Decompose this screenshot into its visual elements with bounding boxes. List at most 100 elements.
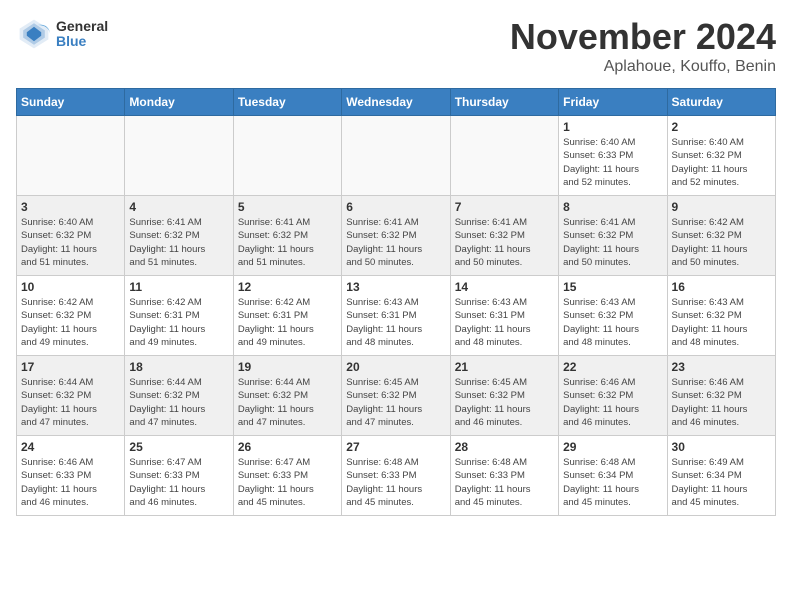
calendar-week-3: 10Sunrise: 6:42 AM Sunset: 6:32 PM Dayli…	[17, 276, 776, 356]
day-info: Sunrise: 6:44 AM Sunset: 6:32 PM Dayligh…	[129, 376, 228, 429]
logo-general: General	[56, 19, 108, 34]
calendar-cell	[450, 116, 558, 196]
day-info: Sunrise: 6:40 AM Sunset: 6:33 PM Dayligh…	[563, 136, 662, 189]
day-info: Sunrise: 6:42 AM Sunset: 6:31 PM Dayligh…	[129, 296, 228, 349]
day-info: Sunrise: 6:42 AM Sunset: 6:32 PM Dayligh…	[672, 216, 771, 269]
calendar-cell: 30 Sunrise: 6:49 AM Sunset: 6:34 PM Dayli…	[667, 436, 775, 516]
day-number: 14	[455, 280, 554, 294]
calendar-cell: 29Sunrise: 6:48 AM Sunset: 6:34 PM Dayli…	[559, 436, 667, 516]
weekday-header-sunday: Sunday	[17, 89, 125, 116]
logo-blue: Blue	[56, 34, 108, 49]
day-number: 2	[672, 120, 771, 134]
day-number: 27	[346, 440, 445, 454]
day-number: 8	[563, 200, 662, 214]
day-info: Sunrise: 6:48 AM Sunset: 6:33 PM Dayligh…	[455, 456, 554, 509]
calendar-cell: 21 Sunrise: 6:45 AM Sunset: 6:32 PM Dayli…	[450, 356, 558, 436]
day-info: Sunrise: 6:43 AM Sunset: 6:31 PM Dayligh…	[346, 296, 445, 349]
calendar-cell	[17, 116, 125, 196]
weekday-header-saturday: Saturday	[667, 89, 775, 116]
calendar-cell: 16 Sunrise: 6:43 AM Sunset: 6:32 PM Dayli…	[667, 276, 775, 356]
day-info: Sunrise: 6:41 AM Sunset: 6:32 PM Dayligh…	[455, 216, 554, 269]
day-info: Sunrise: 6:48 AM Sunset: 6:34 PM Dayligh…	[563, 456, 662, 509]
calendar-cell: 8Sunrise: 6:41 AM Sunset: 6:32 PM Daylig…	[559, 196, 667, 276]
day-number: 4	[129, 200, 228, 214]
calendar-cell: 13Sunrise: 6:43 AM Sunset: 6:31 PM Dayli…	[342, 276, 450, 356]
weekday-header-tuesday: Tuesday	[233, 89, 341, 116]
calendar-cell: 18 Sunrise: 6:44 AM Sunset: 6:32 PM Dayli…	[125, 356, 233, 436]
calendar-cell	[342, 116, 450, 196]
calendar-cell: 7 Sunrise: 6:41 AM Sunset: 6:32 PM Daylig…	[450, 196, 558, 276]
calendar-cell: 15 Sunrise: 6:43 AM Sunset: 6:32 PM Dayli…	[559, 276, 667, 356]
day-number: 1	[563, 120, 662, 134]
day-number: 18	[129, 360, 228, 374]
weekday-header-monday: Monday	[125, 89, 233, 116]
calendar-week-4: 17 Sunrise: 6:44 AM Sunset: 6:32 PM Dayli…	[17, 356, 776, 436]
logo-text: General Blue	[56, 19, 108, 50]
day-info: Sunrise: 6:46 AM Sunset: 6:32 PM Dayligh…	[563, 376, 662, 429]
day-info: Sunrise: 6:44 AM Sunset: 6:32 PM Dayligh…	[21, 376, 120, 429]
day-number: 24	[21, 440, 120, 454]
month-title: November 2024	[510, 16, 776, 58]
day-info: Sunrise: 6:42 AM Sunset: 6:31 PM Dayligh…	[238, 296, 337, 349]
day-info: Sunrise: 6:44 AM Sunset: 6:32 PM Dayligh…	[238, 376, 337, 429]
page-header: General Blue November 2024 Aplahoue, Kou…	[16, 16, 776, 76]
calendar-header: SundayMondayTuesdayWednesdayThursdayFrid…	[17, 89, 776, 116]
day-number: 25	[129, 440, 228, 454]
day-number: 28	[455, 440, 554, 454]
day-number: 3	[21, 200, 120, 214]
calendar-cell: 14 Sunrise: 6:43 AM Sunset: 6:31 PM Dayli…	[450, 276, 558, 356]
day-info: Sunrise: 6:47 AM Sunset: 6:33 PM Dayligh…	[129, 456, 228, 509]
day-info: Sunrise: 6:47 AM Sunset: 6:33 PM Dayligh…	[238, 456, 337, 509]
calendar-cell	[125, 116, 233, 196]
day-info: Sunrise: 6:40 AM Sunset: 6:32 PM Dayligh…	[21, 216, 120, 269]
calendar-cell: 1 Sunrise: 6:40 AM Sunset: 6:33 PM Daylig…	[559, 116, 667, 196]
day-number: 19	[238, 360, 337, 374]
day-info: Sunrise: 6:41 AM Sunset: 6:32 PM Dayligh…	[238, 216, 337, 269]
day-number: 11	[129, 280, 228, 294]
day-number: 21	[455, 360, 554, 374]
day-info: Sunrise: 6:45 AM Sunset: 6:32 PM Dayligh…	[455, 376, 554, 429]
calendar-cell: 4 Sunrise: 6:41 AM Sunset: 6:32 PM Daylig…	[125, 196, 233, 276]
day-number: 16	[672, 280, 771, 294]
day-info: Sunrise: 6:49 AM Sunset: 6:34 PM Dayligh…	[672, 456, 771, 509]
day-number: 15	[563, 280, 662, 294]
day-number: 23	[672, 360, 771, 374]
calendar-cell: 6 Sunrise: 6:41 AM Sunset: 6:32 PM Daylig…	[342, 196, 450, 276]
day-number: 7	[455, 200, 554, 214]
calendar-cell: 27Sunrise: 6:48 AM Sunset: 6:33 PM Dayli…	[342, 436, 450, 516]
day-info: Sunrise: 6:41 AM Sunset: 6:32 PM Dayligh…	[346, 216, 445, 269]
day-info: Sunrise: 6:41 AM Sunset: 6:32 PM Dayligh…	[129, 216, 228, 269]
day-info: Sunrise: 6:46 AM Sunset: 6:33 PM Dayligh…	[21, 456, 120, 509]
location: Aplahoue, Kouffo, Benin	[510, 58, 776, 76]
calendar-cell: 17 Sunrise: 6:44 AM Sunset: 6:32 PM Dayli…	[17, 356, 125, 436]
logo: General Blue	[16, 16, 108, 52]
day-number: 26	[238, 440, 337, 454]
weekday-row: SundayMondayTuesdayWednesdayThursdayFrid…	[17, 89, 776, 116]
calendar-cell: 20Sunrise: 6:45 AM Sunset: 6:32 PM Dayli…	[342, 356, 450, 436]
calendar-cell: 26 Sunrise: 6:47 AM Sunset: 6:33 PM Dayli…	[233, 436, 341, 516]
calendar-week-1: 1 Sunrise: 6:40 AM Sunset: 6:33 PM Daylig…	[17, 116, 776, 196]
calendar-week-2: 3 Sunrise: 6:40 AM Sunset: 6:32 PM Daylig…	[17, 196, 776, 276]
calendar-cell: 25 Sunrise: 6:47 AM Sunset: 6:33 PM Dayli…	[125, 436, 233, 516]
day-number: 22	[563, 360, 662, 374]
calendar-cell: 24 Sunrise: 6:46 AM Sunset: 6:33 PM Dayli…	[17, 436, 125, 516]
day-info: Sunrise: 6:43 AM Sunset: 6:32 PM Dayligh…	[563, 296, 662, 349]
day-info: Sunrise: 6:43 AM Sunset: 6:31 PM Dayligh…	[455, 296, 554, 349]
day-number: 10	[21, 280, 120, 294]
day-number: 5	[238, 200, 337, 214]
calendar-cell: 28 Sunrise: 6:48 AM Sunset: 6:33 PM Dayli…	[450, 436, 558, 516]
day-number: 17	[21, 360, 120, 374]
day-info: Sunrise: 6:43 AM Sunset: 6:32 PM Dayligh…	[672, 296, 771, 349]
logo-icon	[16, 16, 52, 52]
day-number: 30	[672, 440, 771, 454]
day-number: 12	[238, 280, 337, 294]
calendar-cell: 3 Sunrise: 6:40 AM Sunset: 6:32 PM Daylig…	[17, 196, 125, 276]
day-info: Sunrise: 6:46 AM Sunset: 6:32 PM Dayligh…	[672, 376, 771, 429]
title-block: November 2024 Aplahoue, Kouffo, Benin	[510, 16, 776, 76]
calendar-cell: 23 Sunrise: 6:46 AM Sunset: 6:32 PM Dayli…	[667, 356, 775, 436]
weekday-header-thursday: Thursday	[450, 89, 558, 116]
day-number: 20	[346, 360, 445, 374]
weekday-header-wednesday: Wednesday	[342, 89, 450, 116]
day-number: 6	[346, 200, 445, 214]
calendar-cell: 22 Sunrise: 6:46 AM Sunset: 6:32 PM Dayli…	[559, 356, 667, 436]
